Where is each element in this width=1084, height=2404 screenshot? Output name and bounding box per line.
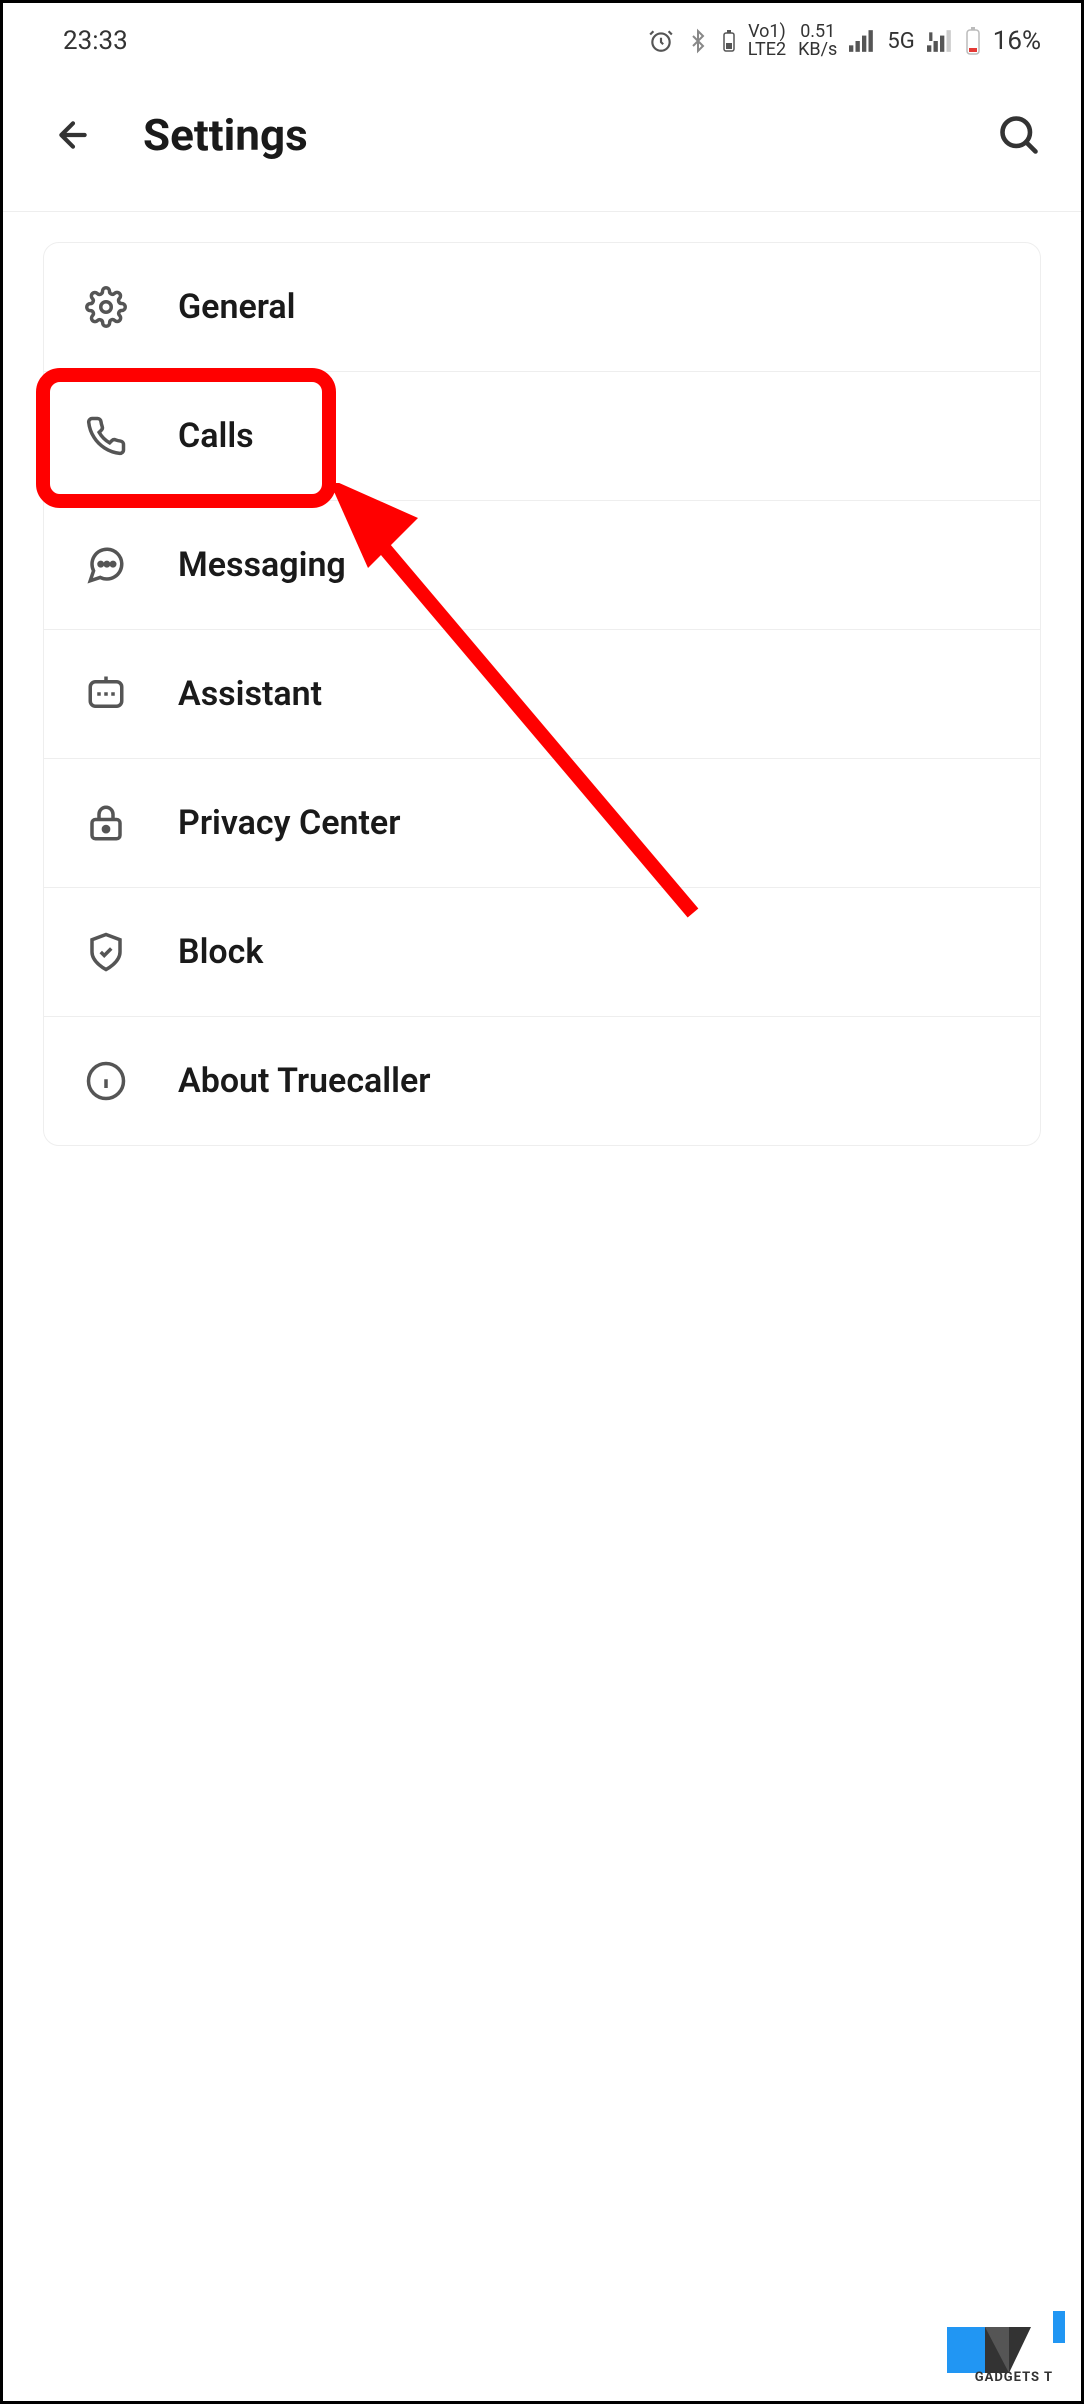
back-button[interactable] [53, 115, 93, 155]
signal-icon-2 [927, 30, 953, 52]
message-icon [84, 543, 128, 587]
item-label: Messaging [178, 545, 346, 585]
page-title: Settings [143, 109, 308, 161]
shield-icon [84, 930, 128, 974]
battery-percent: 16% [993, 26, 1041, 56]
app-bar: Settings [3, 69, 1081, 212]
watermark: GADGETS T [939, 2307, 1065, 2387]
item-label: Block [178, 932, 263, 972]
status-icons: Vo1) LTE2 0.51 KB/s 5G 16% [648, 23, 1041, 59]
info-icon [84, 1059, 128, 1103]
lock-icon [84, 801, 128, 845]
speed-indicator: 0.51 KB/s [798, 23, 837, 59]
settings-item-block[interactable]: Block [44, 888, 1040, 1017]
status-bar: 23:33 Vo1) LTE2 0.51 KB/s 5G 16% [3, 3, 1081, 69]
signal-icon [849, 30, 875, 52]
settings-item-messaging[interactable]: Messaging [44, 501, 1040, 630]
item-label: About Truecaller [178, 1061, 431, 1101]
assistant-icon [84, 672, 128, 716]
watermark-accent [1053, 2311, 1065, 2343]
settings-item-calls[interactable]: Calls [44, 372, 1040, 501]
settings-item-assistant[interactable]: Assistant [44, 630, 1040, 759]
battery-small-icon [722, 29, 736, 53]
settings-item-privacy[interactable]: Privacy Center [44, 759, 1040, 888]
status-time: 23:33 [63, 26, 128, 56]
gear-icon [84, 285, 128, 329]
phone-icon [84, 414, 128, 458]
volte-indicator: Vo1) LTE2 [748, 23, 786, 59]
item-label: Assistant [178, 674, 322, 714]
item-label: General [178, 287, 296, 327]
battery-icon [965, 27, 981, 55]
item-label: Privacy Center [178, 803, 400, 843]
settings-item-general[interactable]: General [44, 243, 1040, 372]
item-label: Calls [178, 416, 254, 456]
settings-item-about[interactable]: About Truecaller [44, 1017, 1040, 1145]
network-label: 5G [887, 29, 914, 54]
alarm-icon [648, 28, 674, 54]
settings-list: General Calls Messaging Assistant Privac… [43, 242, 1041, 1146]
bluetooth-icon [686, 28, 710, 54]
watermark-text: GADGETS T [975, 2370, 1053, 2385]
search-button[interactable] [997, 113, 1041, 157]
